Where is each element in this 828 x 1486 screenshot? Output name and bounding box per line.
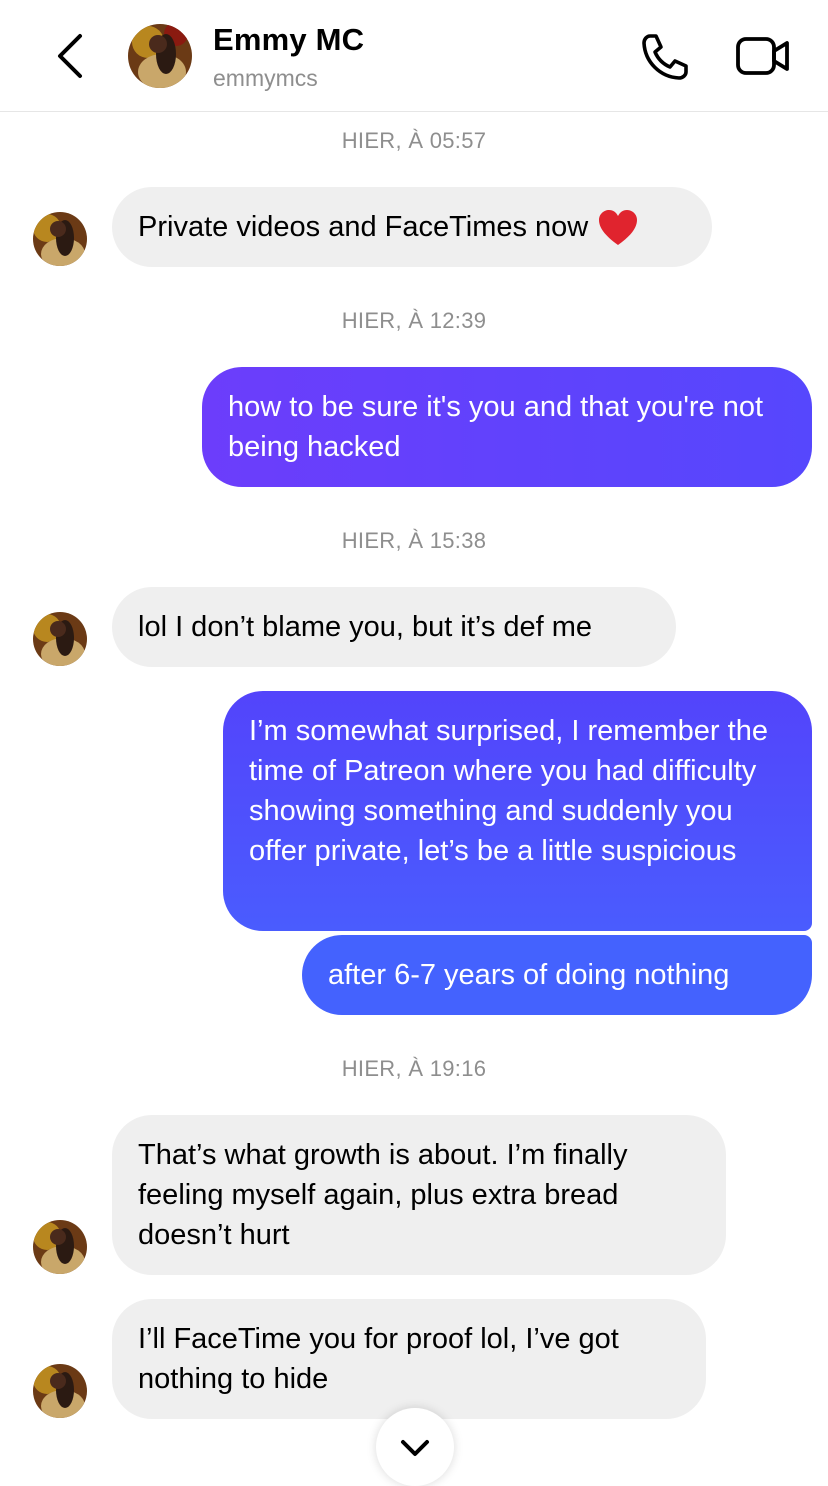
incoming-message[interactable]: lol I don’t blame you, but it’s def me [112,587,676,667]
outgoing-message[interactable]: I’m somewhat surprised, I remember the t… [223,691,812,931]
conversation-header: Emmy MC emmymcs [0,0,828,112]
message-text: after 6-7 years of doing nothing [328,959,730,991]
phone-icon [642,34,688,80]
video-call-button[interactable] [734,32,792,82]
message-timestamp: HIER, À 12:39 [341,308,487,333]
chevron-left-icon [58,34,82,78]
outgoing-message[interactable]: after 6-7 years of doing nothing [302,935,812,1015]
incoming-message[interactable]: Private videos and FaceTimes now [112,187,712,267]
message-text: I’ll FaceTime you for proof lol, I’ve go… [138,1323,619,1395]
heart-emoji [598,209,638,247]
contact-name[interactable]: Emmy MC [213,22,364,58]
message-text: lol I don’t blame you, but it’s def me [138,611,593,643]
sender-avatar[interactable] [33,212,87,266]
outgoing-message[interactable]: how to be sure it's you and that you're … [202,367,812,487]
incoming-message[interactable]: That’s what growth is about. I’m finally… [112,1115,726,1275]
back-button[interactable] [50,30,90,82]
message-text: Private videos and FaceTimes now [138,211,589,243]
contact-username: emmymcs [213,65,318,91]
sender-avatar[interactable] [33,1220,87,1274]
incoming-message[interactable]: I’ll FaceTime you for proof lol, I’ve go… [112,1299,706,1419]
contact-avatar[interactable] [128,24,192,88]
message-text: how to be sure it's you and that you're … [228,391,764,463]
chevron-down-icon [401,1440,429,1456]
message-timestamp: HIER, À 19:16 [341,1056,487,1081]
sender-avatar[interactable] [33,1364,87,1418]
audio-call-button[interactable] [638,30,692,84]
scroll-to-bottom-button[interactable] [376,1408,454,1486]
message-text: That’s what growth is about. I’m finally… [138,1139,628,1251]
video-camera-icon [736,37,789,75]
message-timestamp: HIER, À 15:38 [341,528,487,553]
message-timestamp: HIER, À 05:57 [341,128,487,153]
sender-avatar[interactable] [33,612,87,666]
message-text: I’m somewhat surprised, I remember the t… [249,715,768,867]
